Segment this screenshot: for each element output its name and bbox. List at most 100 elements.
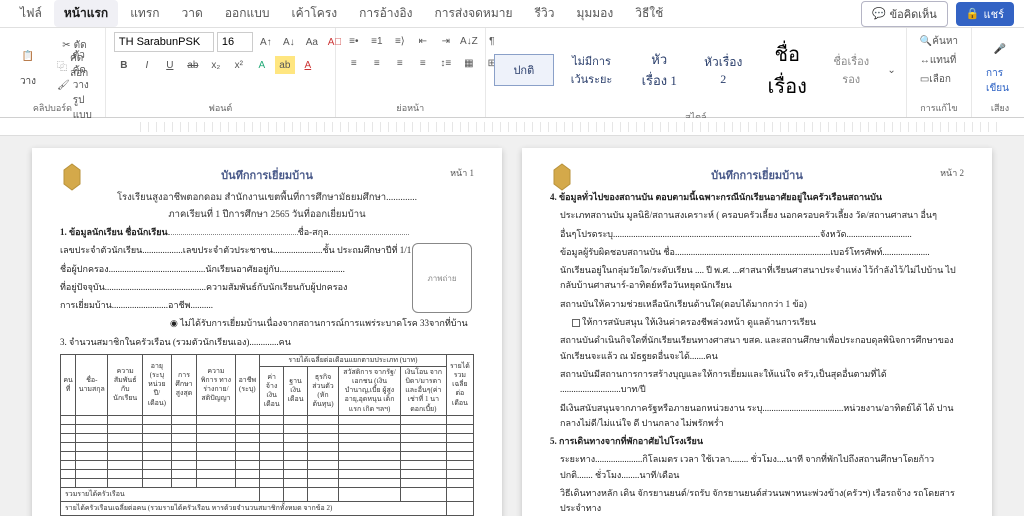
- line-spacing-button[interactable]: ↕≡: [436, 54, 456, 72]
- superscript-button[interactable]: x²: [229, 56, 249, 74]
- s4c: ข้อมูลผู้รับผิดชอบสถานบัน ชื่อ..........…: [550, 245, 964, 260]
- italic-button[interactable]: I: [137, 56, 157, 74]
- align-center-button[interactable]: ≡: [367, 54, 387, 72]
- tab-insert[interactable]: แทรก: [120, 0, 169, 27]
- style-normal[interactable]: ปกติ: [494, 54, 554, 86]
- group-editing: 🔍 ค้นหา ↔ แทนที่ ▭ เลือก การแก้ไข: [907, 28, 972, 117]
- radio-line: ไม่ได้รับการเยี่ยมบ้านเนื่องจากสถานการณ์…: [180, 318, 468, 328]
- font-group-label: ฟอนต์: [114, 99, 327, 115]
- crest-icon: [60, 162, 84, 192]
- align-justify-button[interactable]: ≡: [413, 54, 433, 72]
- tab-review[interactable]: รีวิว: [525, 0, 565, 27]
- paragraph-group-label: ย่อหน้า: [344, 99, 477, 115]
- style-title-label: ชื่อเรื่อง: [768, 44, 807, 98]
- tab-draw[interactable]: วาด: [172, 0, 213, 27]
- styles-expand-button[interactable]: ⌄: [885, 50, 898, 90]
- change-case-button[interactable]: Aa: [302, 33, 322, 51]
- numbering-button[interactable]: ≡1: [367, 32, 387, 50]
- paste-label: วาง: [20, 74, 36, 89]
- th-i4: เงินโอน จากบิดา/มารดาและอื่นๆ(ค่าเช่าที่…: [400, 367, 446, 415]
- shrink-font-button[interactable]: A↓: [279, 33, 299, 51]
- table-row: [61, 451, 474, 460]
- bold-button[interactable]: B: [114, 56, 134, 74]
- page-1: หน้า 1 บันทึกการเยี่ยมบ้าน โรงเรียนสูงอา…: [32, 148, 502, 516]
- clipboard-group-label: คลิปบอร์ด: [8, 99, 97, 115]
- th-2: ความ สัมพันธ์ กับ นักเรียน: [108, 355, 143, 416]
- tab-references[interactable]: การอ้างอิง: [349, 0, 422, 27]
- style-subtitle[interactable]: ชื่อเรื่องรอง: [821, 46, 881, 94]
- th-i0: ค่าจ้าง เงินเดือน: [260, 367, 284, 415]
- dictate-label: การเขียน: [986, 66, 1014, 96]
- grow-font-button[interactable]: A↑: [256, 33, 276, 51]
- editing-group-label: การแก้ไข: [915, 99, 963, 115]
- text-effects-button[interactable]: A: [252, 56, 272, 74]
- multilist-button[interactable]: ≡⟩: [390, 32, 410, 50]
- section1-head: 1. ข้อมูลนักเรียน ชื่อนักเรียน: [60, 227, 168, 237]
- s4b: อื่นๆโปรดระบุ...........................…: [550, 227, 964, 242]
- paste-button[interactable]: 📋 วาง: [8, 41, 48, 91]
- style-normal-label: ปกติ: [513, 65, 534, 77]
- tab-home[interactable]: หน้าแรก: [54, 0, 118, 27]
- th-5: ความ พิการ ทางร่างกาย/สติปัญญา: [197, 355, 235, 416]
- format-painter-button[interactable]: 🖌ตัวคัดวางรูปแบบ: [52, 77, 97, 95]
- highlight-button[interactable]: ab: [275, 56, 295, 74]
- style-h1-label: หัวเรื่อง 1: [642, 52, 677, 88]
- s5b: วิธีเดินทางหลัก เดิน จักรยานยนต์/รถรับ จ…: [560, 488, 955, 513]
- th-total: รายได้รวม เฉลี่ยต่อ เดือน: [446, 355, 473, 416]
- select-button[interactable]: ▭ เลือก: [915, 70, 956, 88]
- group-voice: 🎤 การเขียน เสียง: [972, 28, 1024, 117]
- font-name-select[interactable]: [114, 32, 214, 52]
- increase-indent-button[interactable]: ⇥: [436, 32, 456, 50]
- style-h2-label: หัวเรื่อง 2: [704, 55, 742, 86]
- tab-view[interactable]: มุมมอง: [566, 0, 623, 27]
- table-row: [61, 424, 474, 433]
- group-clipboard: 📋 วาง ✂ตัด ⿻คัดลอก 🖌ตัวคัดวางรูปแบบ คลิป…: [0, 28, 106, 117]
- tab-mailings[interactable]: การส่งจดหมาย: [424, 0, 522, 27]
- title-bar: ไฟล์ หน้าแรก แทรก วาด ออกแบบ เค้าโครง กา…: [0, 0, 1024, 28]
- horizontal-ruler[interactable]: [0, 118, 1024, 136]
- style-nospacing-label: ไม่มีการเว้นระยะ: [571, 56, 613, 86]
- table-row: [61, 433, 474, 442]
- table-sum-row: รวมรายได้ครัวเรือน: [61, 487, 474, 501]
- table-row: [61, 460, 474, 469]
- th-0: คน ที่: [61, 355, 76, 416]
- tab-help[interactable]: วิธีใช้: [625, 0, 673, 27]
- find-label: ค้นหา: [932, 34, 958, 49]
- bullets-button[interactable]: ≡•: [344, 32, 364, 50]
- th-1: ชื่อ-นามสกุล: [76, 355, 108, 416]
- s4d: นักเรียนอยู่ในกลุ่มวัยใด/ระดับเรียน ....…: [550, 263, 964, 294]
- shading-button[interactable]: ▦: [459, 54, 479, 72]
- document-canvas[interactable]: หน้า 1 บันทึกการเยี่ยมบ้าน โรงเรียนสูงอา…: [0, 136, 1024, 516]
- style-h1[interactable]: หัวเรื่อง 1: [629, 43, 689, 97]
- group-paragraph: ≡• ≡1 ≡⟩ ⇤ ⇥ A↓Z ¶ ≡ ≡ ≡ ≡ ↕≡ ▦ ⊞ ย่อหน้…: [336, 28, 486, 117]
- th-income: รายได้เฉลี่ยต่อเดือนแยกตามประเภท (บาท): [260, 355, 447, 367]
- select-label: เลือก: [929, 72, 951, 87]
- ribbon: 📋 วาง ✂ตัด ⿻คัดลอก 🖌ตัวคัดวางรูปแบบ คลิป…: [0, 28, 1024, 118]
- find-button[interactable]: 🔍 ค้นหา: [915, 32, 963, 50]
- dictate-button[interactable]: 🎤 การเขียน: [980, 33, 1020, 98]
- font-size-select[interactable]: [217, 32, 253, 52]
- share-button[interactable]: 🔒 แชร์: [956, 2, 1014, 26]
- page1-title: บันทึกการเยี่ยมบ้าน: [60, 166, 474, 184]
- underline-button[interactable]: U: [160, 56, 180, 74]
- style-title[interactable]: ชื่อเรื่อง: [757, 32, 817, 108]
- style-nospacing[interactable]: ไม่มีการเว้นระยะ: [558, 46, 625, 94]
- tab-file[interactable]: ไฟล์: [10, 0, 52, 27]
- sort-button[interactable]: A↓Z: [459, 32, 479, 50]
- comments-button[interactable]: 💬 ข้อคิดเห็น: [861, 1, 948, 27]
- section2-head: 3. จำนวนสมาชิกในครัวเรือน (รวมตัวนักเรีย…: [60, 335, 474, 350]
- replace-button[interactable]: ↔ แทนที่: [915, 51, 961, 69]
- paste-icon: 📋: [14, 43, 42, 71]
- table-row: [61, 469, 474, 478]
- style-h2[interactable]: หัวเรื่อง 2: [693, 47, 753, 93]
- table-row: [61, 415, 474, 424]
- decrease-indent-button[interactable]: ⇤: [413, 32, 433, 50]
- tab-layout[interactable]: เค้าโครง: [281, 0, 347, 27]
- font-color-button[interactable]: A: [298, 56, 318, 74]
- strike-button[interactable]: ab: [183, 56, 203, 74]
- tab-design[interactable]: ออกแบบ: [215, 0, 280, 27]
- subscript-button[interactable]: x₂: [206, 56, 226, 74]
- photo-placeholder: ภาพถ่าย: [412, 243, 472, 313]
- align-left-button[interactable]: ≡: [344, 54, 364, 72]
- align-right-button[interactable]: ≡: [390, 54, 410, 72]
